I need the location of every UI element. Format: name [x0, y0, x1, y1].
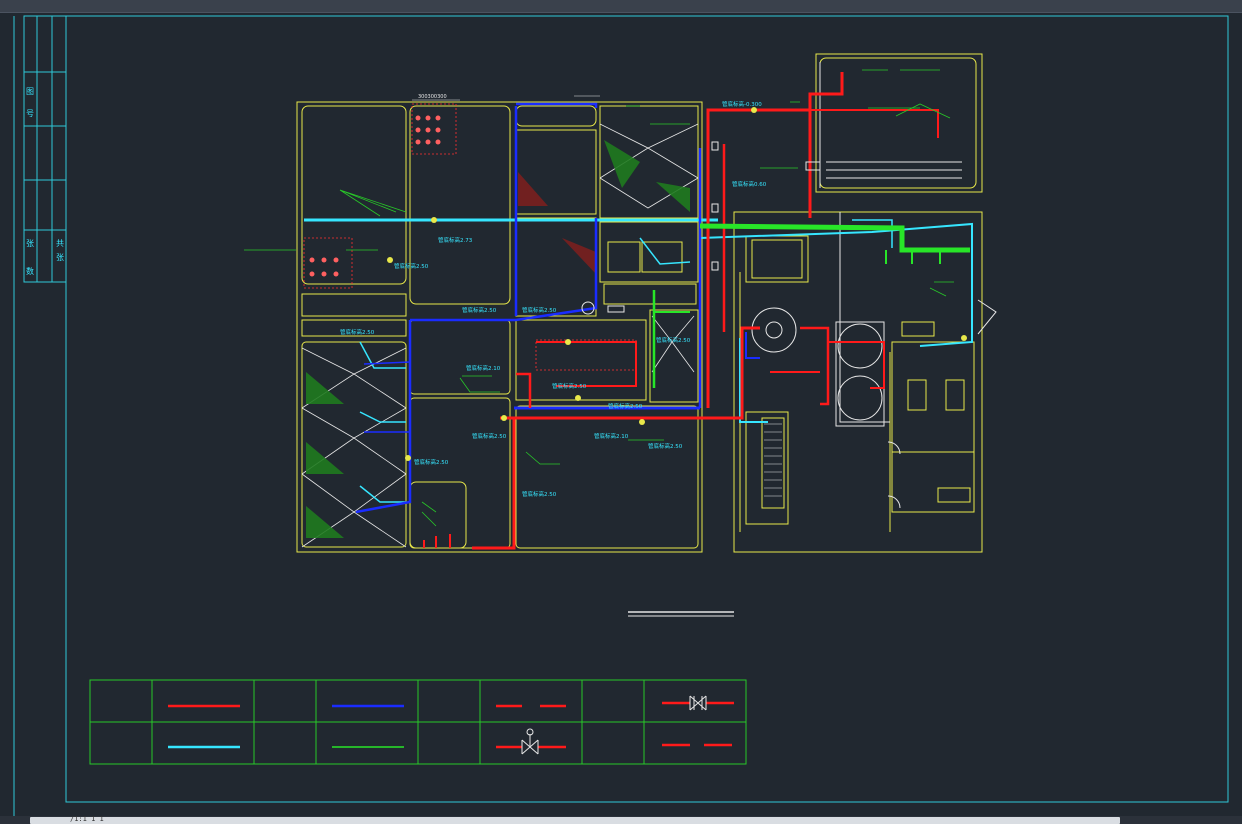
dimension-annotations: 300300300	[412, 94, 600, 101]
title-block-label: 号	[26, 109, 34, 118]
stair-hatch	[764, 423, 782, 497]
pipe-label: 管底标高2.73	[438, 236, 473, 244]
cad-drawing-canvas[interactable]: 图 号 张 数 共 张 管底标高-0.300 管底标高2.73 管底标高2.50…	[0, 12, 1242, 816]
leader-lines	[244, 69, 954, 527]
pipe-label: 管底标高2.50	[462, 306, 497, 314]
pipe-label: 管底标高2.50	[552, 382, 587, 390]
pipe-label: 管底标高2.50	[656, 336, 691, 344]
floor-plan-main	[296, 101, 703, 553]
drawing-title-underline	[628, 611, 734, 617]
pipes-blue	[355, 102, 760, 514]
drawing-frame	[13, 15, 1229, 816]
pipe-label: 管底标高2.50	[414, 458, 449, 466]
pipe-label: 管底标高2.50	[522, 490, 557, 498]
title-block-labels: 图 号 张 数 共 张	[26, 87, 64, 276]
dimension-top: 300300300	[418, 94, 447, 100]
pipe-elevation-labels: 管底标高-0.300 管底标高2.73 管底标高2.50 管底标高2.50 管底…	[340, 100, 767, 498]
title-block-label: 数	[26, 266, 34, 276]
legend-table	[89, 679, 747, 765]
legend-symbols	[168, 695, 734, 755]
pipe-label: 管底标高2.50	[340, 328, 375, 336]
horizontal-scrollbar[interactable]	[30, 817, 1120, 824]
pipe-label: 管底标高2.50	[472, 432, 507, 440]
title-block-label: 图	[26, 87, 34, 96]
legend-gate-icon	[689, 695, 707, 711]
fixture-markers	[309, 115, 441, 277]
pipe-label: 管底标高2.50	[608, 402, 643, 410]
pipe-label: 管底标高2.50	[394, 262, 429, 270]
pipe-label: 管底标高2.50	[522, 306, 557, 314]
legend-valve-icon	[521, 734, 539, 755]
title-block-label: 张	[26, 239, 34, 248]
pipe-label: 管底标高-0.300	[722, 100, 762, 108]
pipes-green	[652, 223, 970, 388]
floor-plan-right	[733, 53, 983, 553]
title-block-label: 共	[56, 239, 64, 248]
pipe-label: 管底标高2.10	[594, 432, 629, 440]
pipe-label: 管底标高2.50	[648, 442, 683, 450]
pipes-cyan	[304, 218, 973, 503]
scale-readout: /1:1 1 1	[70, 815, 104, 823]
equipment-white	[751, 62, 997, 509]
title-block-label: 张	[56, 253, 64, 262]
pipe-label: 管底标高0.60	[732, 180, 767, 188]
pipe-label: 管底标高2.10	[466, 364, 501, 372]
